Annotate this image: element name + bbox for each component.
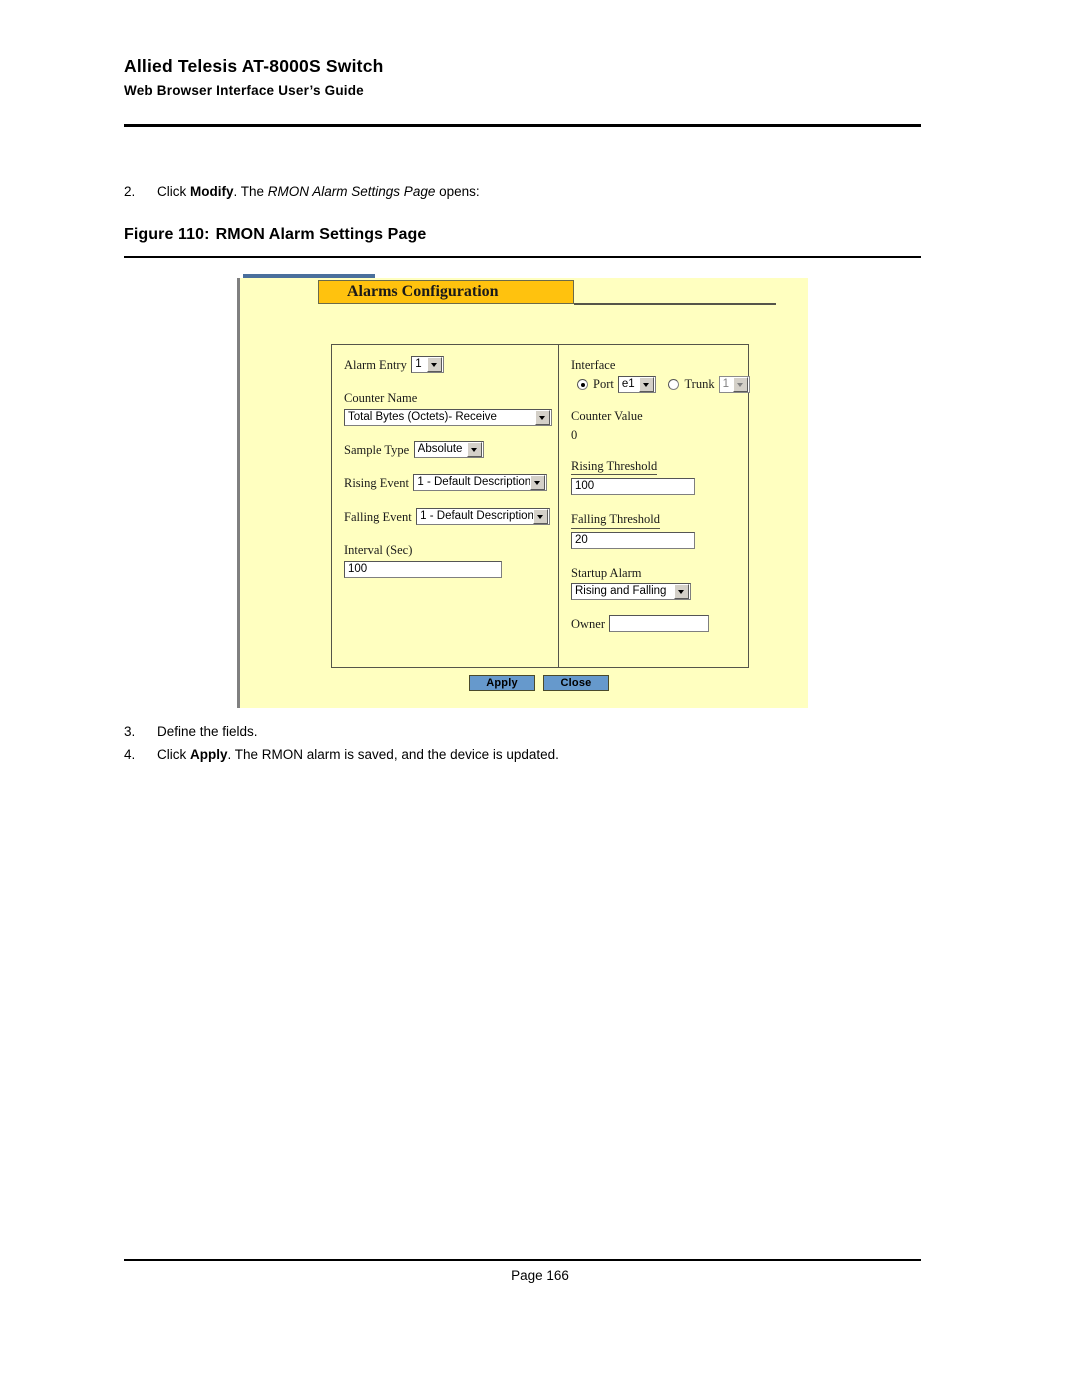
step-4-bold: Apply xyxy=(190,747,228,762)
falling-event-value: 1 - Default Description xyxy=(420,509,534,522)
port-select[interactable]: e1 xyxy=(617,376,657,394)
step-4-suffix: . The RMON alarm is saved, and the devic… xyxy=(227,747,559,762)
alarm-entry-select[interactable]: 1 xyxy=(411,356,445,374)
port-radio-label: Port xyxy=(593,377,614,392)
step-2-middle: . The xyxy=(233,184,268,199)
alarm-entry-value: 1 xyxy=(415,358,422,371)
step-2-text: Click Modify. The RMON Alarm Settings Pa… xyxy=(157,182,824,202)
step-4: 4. Click Apply. The RMON alarm is saved,… xyxy=(124,745,824,765)
sample-type-select[interactable]: Absolute xyxy=(413,441,484,459)
browser-chrome-strip xyxy=(243,274,375,278)
startup-alarm-label: Startup Alarm xyxy=(571,565,642,580)
step-2-suffix: opens: xyxy=(435,184,480,199)
rmon-alarm-settings-screenshot: Alarms Configuration Alarm Entry 1 Count… xyxy=(237,274,808,708)
document-header: Allied Telesis AT-8000S Switch Web Brows… xyxy=(124,56,924,98)
sample-type-label: Sample Type xyxy=(344,442,410,457)
step-2-prefix: Click xyxy=(157,184,190,199)
sample-type-value: Absolute xyxy=(417,443,463,456)
field-startup-alarm: Startup Alarm Rising and Falling xyxy=(571,564,750,601)
chevron-down-icon xyxy=(535,410,550,426)
chevron-down-icon xyxy=(427,357,443,373)
port-value: e1 xyxy=(621,378,635,391)
step-4-number: 4. xyxy=(124,747,136,762)
step-4-prefix: Click xyxy=(157,747,190,762)
step-3-number: 3. xyxy=(124,724,136,739)
alarm-settings-fieldset: Alarm Entry 1 Counter Name Total Bytes (… xyxy=(331,344,750,668)
field-counter-value: Counter Value 0 xyxy=(571,407,750,442)
step-2: 2. Click Modify. The RMON Alarm Settings… xyxy=(124,182,824,202)
step-2-bold: Modify xyxy=(190,184,234,199)
figure-caption: Figure 110: RMON Alarm Settings Page xyxy=(124,226,426,244)
port-radio[interactable] xyxy=(577,379,588,391)
chevron-down-icon xyxy=(674,584,689,600)
field-falling-event: Falling Event 1 - Default Description xyxy=(344,507,558,527)
header-rule xyxy=(124,124,921,127)
field-counter-name: Counter Name Total Bytes (Octets)- Recei… xyxy=(344,389,558,427)
rising-threshold-label: Rising Threshold xyxy=(571,459,658,476)
guide-title: Web Browser Interface User’s Guide xyxy=(124,82,364,98)
startup-alarm-select[interactable]: Rising and Falling xyxy=(571,583,691,601)
footer-rule xyxy=(124,1259,921,1261)
rising-event-select[interactable]: 1 - Default Description xyxy=(413,474,548,492)
field-alarm-entry: Alarm Entry 1 xyxy=(344,356,558,375)
alarm-entry-label: Alarm Entry xyxy=(344,358,407,372)
rising-event-label: Rising Event xyxy=(344,476,409,491)
interval-input[interactable]: 100 xyxy=(344,560,502,578)
screenshot-left-border xyxy=(237,278,240,708)
field-interface: Interface Port e1 Trunk 1 xyxy=(571,356,750,394)
falling-threshold-label: Falling Threshold xyxy=(571,512,661,529)
figure-number: Figure 110: xyxy=(124,226,210,243)
close-button[interactable]: Close xyxy=(543,675,609,691)
falling-event-select[interactable]: 1 - Default Description xyxy=(416,507,551,525)
chevron-down-icon xyxy=(639,377,655,393)
field-interval: Interval (Sec) 100 xyxy=(344,541,558,578)
falling-threshold-input[interactable]: 20 xyxy=(571,531,695,549)
owner-input[interactable] xyxy=(609,615,710,633)
page-number: Page 166 xyxy=(511,1268,569,1283)
tab-underline xyxy=(574,303,776,305)
counter-value-readout: 0 xyxy=(571,427,578,442)
interval-label: Interval (Sec) xyxy=(344,542,413,557)
trunk-select[interactable]: 1 xyxy=(718,376,750,394)
field-rising-threshold: Rising Threshold 100 xyxy=(571,457,750,496)
rising-threshold-input[interactable]: 100 xyxy=(571,478,695,496)
chevron-down-icon xyxy=(733,377,748,393)
figure-rule xyxy=(124,256,921,258)
product-title: Allied Telesis AT-8000S Switch xyxy=(124,56,384,76)
step-2-italic: RMON Alarm Settings Page xyxy=(267,184,436,199)
action-button-row: Apply Close xyxy=(469,675,609,691)
step-2-number: 2. xyxy=(124,184,136,199)
interface-label: Interface xyxy=(571,358,616,372)
counter-value-label: Counter Value xyxy=(571,409,643,424)
left-column: Alarm Entry 1 Counter Name Total Bytes (… xyxy=(332,345,558,578)
right-column: Interface Port e1 Trunk 1 Counter Value … xyxy=(559,345,750,634)
page-tab-row: Alarms Configuration xyxy=(256,280,796,305)
interface-radio-group: Port e1 Trunk 1 xyxy=(571,376,750,394)
falling-event-label: Falling Event xyxy=(344,509,412,524)
counter-name-select[interactable]: Total Bytes (Octets)- Receive xyxy=(344,409,552,427)
step-4-text: Click Apply. The RMON alarm is saved, an… xyxy=(157,745,824,765)
trunk-value: 1 xyxy=(722,378,729,391)
field-rising-event: Rising Event 1 - Default Description xyxy=(344,474,558,493)
rising-event-value: 1 - Default Description xyxy=(417,476,531,489)
field-sample-type: Sample Type Absolute xyxy=(344,441,558,460)
tab-alarms-configuration[interactable]: Alarms Configuration xyxy=(318,280,574,304)
step-3: 3. Define the fields. xyxy=(124,722,824,742)
owner-label: Owner xyxy=(571,616,606,631)
trunk-radio[interactable] xyxy=(668,379,680,391)
counter-name-label: Counter Name xyxy=(344,391,418,406)
chevron-down-icon xyxy=(530,475,546,491)
trunk-radio-label: Trunk xyxy=(684,377,715,392)
startup-alarm-value: Rising and Falling xyxy=(575,585,667,598)
step-3-text: Define the fields. xyxy=(157,724,258,739)
field-owner: Owner xyxy=(571,615,750,634)
figure-title: RMON Alarm Settings Page xyxy=(215,226,427,243)
chevron-down-icon xyxy=(533,508,549,524)
field-falling-threshold: Falling Threshold 20 xyxy=(571,510,750,549)
chevron-down-icon xyxy=(466,442,482,458)
counter-name-value: Total Bytes (Octets)- Receive xyxy=(348,411,497,424)
apply-button[interactable]: Apply xyxy=(469,675,535,691)
